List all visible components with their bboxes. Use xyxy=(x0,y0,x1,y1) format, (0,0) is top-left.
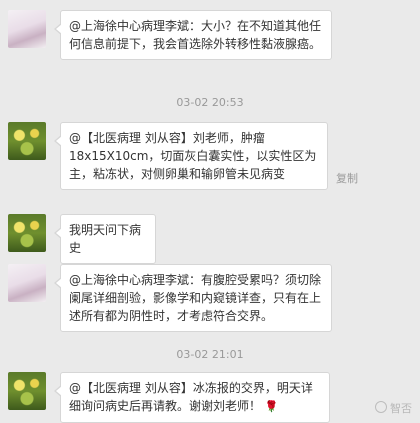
message-text: @上海徐中心病理李斌：有腹腔受累吗？须切除阑尾详细剖验，影像学和内窥镜详查，只有… xyxy=(69,273,322,323)
copy-button[interactable]: 复制 xyxy=(336,170,358,186)
message-bubble: 我明天问下病史 xyxy=(54,214,156,264)
message-bubble: @【北医病理 刘从容】冰冻报的交界，明天详细询问病史后再请教。谢谢刘老师！ 🌹 xyxy=(54,372,330,423)
message-bubble: @上海徐中心病理李斌：大小？在不知道其他任何信息前提下，我会首选除外转移性黏液腺… xyxy=(54,10,332,60)
message-bubble: @上海徐中心病理李斌：有腹腔受累吗？须切除阑尾详细剖验，影像学和内窥镜详查，只有… xyxy=(54,264,332,332)
rose-icon: 🌹 xyxy=(264,400,279,413)
watermark-text: 智否 xyxy=(390,402,412,415)
timestamp: 03-02 21:01 xyxy=(176,348,244,361)
avatar[interactable] xyxy=(8,122,46,160)
avatar[interactable] xyxy=(8,214,46,252)
message-text: 我明天问下病史 xyxy=(69,223,142,255)
avatar[interactable] xyxy=(8,264,46,302)
avatar[interactable] xyxy=(8,372,46,410)
watermark: 智否 xyxy=(375,400,412,416)
timestamp: 03-02 20:53 xyxy=(176,96,244,109)
avatar[interactable] xyxy=(8,10,46,48)
message-bubble: @【北医病理 刘从容】刘老师，肿瘤18x15X10cm，切面灰白囊实性，以实性区… xyxy=(54,122,328,190)
watermark-logo-icon xyxy=(375,401,387,413)
message-text: @【北医病理 刘从容】刘老师，肿瘤18x15X10cm，切面灰白囊实性，以实性区… xyxy=(69,131,317,181)
message-text: @上海徐中心病理李斌：大小？在不知道其他任何信息前提下，我会首选除外转移性黏液腺… xyxy=(69,19,322,51)
